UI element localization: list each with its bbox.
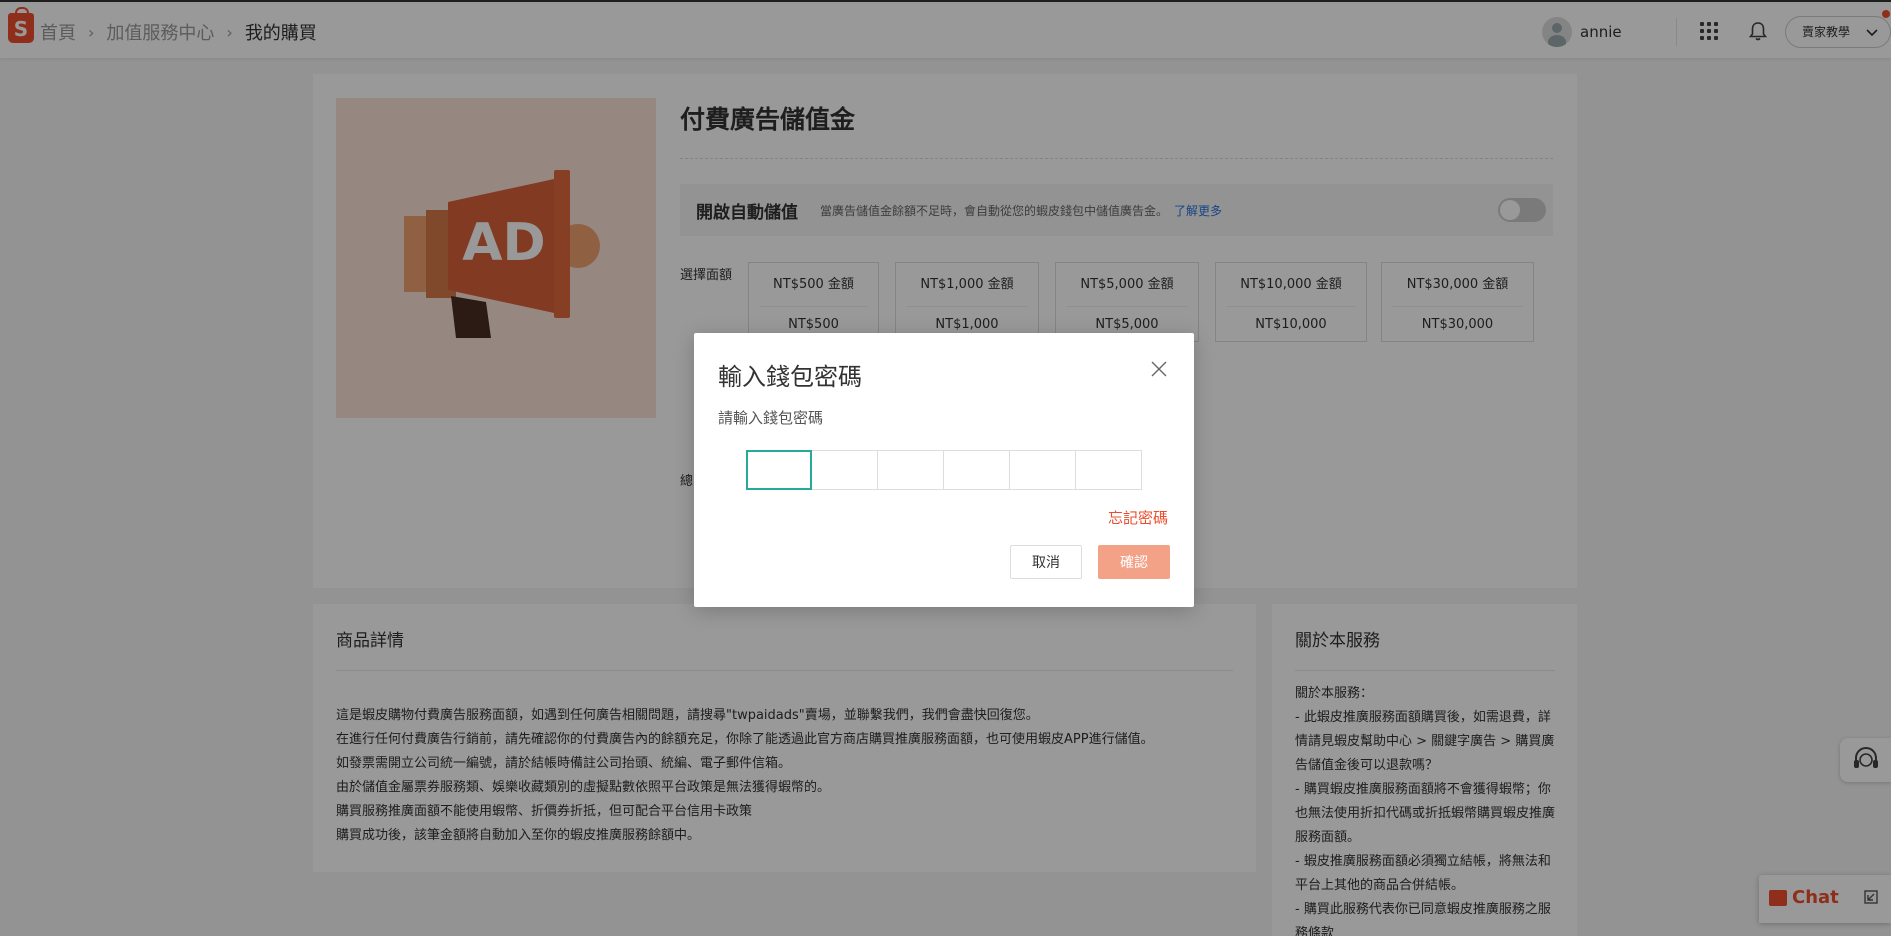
pin-input-group xyxy=(746,450,1142,490)
pin-digit-3[interactable] xyxy=(878,450,944,490)
pin-digit-5[interactable] xyxy=(1010,450,1076,490)
close-icon[interactable] xyxy=(1150,360,1168,378)
pin-digit-1[interactable] xyxy=(746,450,812,490)
dialog-subtitle: 請輸入錢包密碼 xyxy=(718,409,824,427)
cancel-button[interactable]: 取消 xyxy=(1010,545,1082,579)
confirm-button[interactable]: 確認 xyxy=(1098,545,1170,579)
pin-digit-4[interactable] xyxy=(944,450,1010,490)
pin-digit-6[interactable] xyxy=(1076,450,1142,490)
dialog-title: 輸入錢包密碼 xyxy=(718,363,862,391)
pin-digit-2[interactable] xyxy=(812,450,878,490)
forgot-password-link[interactable]: 忘記密碼 xyxy=(1108,507,1168,528)
wallet-password-dialog: 輸入錢包密碼 請輸入錢包密碼 忘記密碼 取消 確認 xyxy=(694,333,1194,607)
